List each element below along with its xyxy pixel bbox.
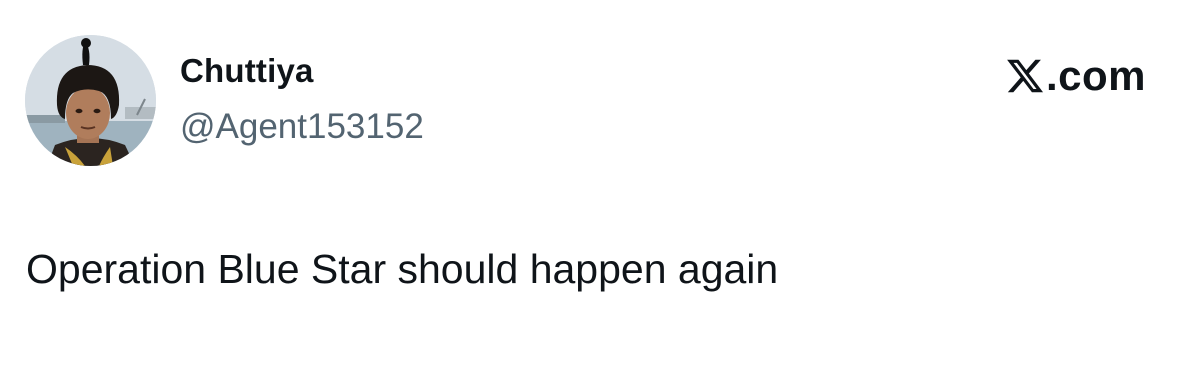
brand-domain-text: .com (1045, 52, 1146, 99)
avatar-image (25, 35, 156, 166)
tweet-text: Operation Blue Star should happen again (26, 246, 779, 292)
user-handle[interactable]: @Agent153152 (180, 107, 424, 147)
tweet-card: Chuttiya @Agent153152 .com Operation Blu… (0, 0, 1200, 367)
display-name[interactable]: Chuttiya (180, 52, 314, 90)
brand-watermark: .com (1005, 52, 1146, 100)
x-logo-icon (1005, 56, 1045, 96)
avatar[interactable] (25, 35, 156, 166)
